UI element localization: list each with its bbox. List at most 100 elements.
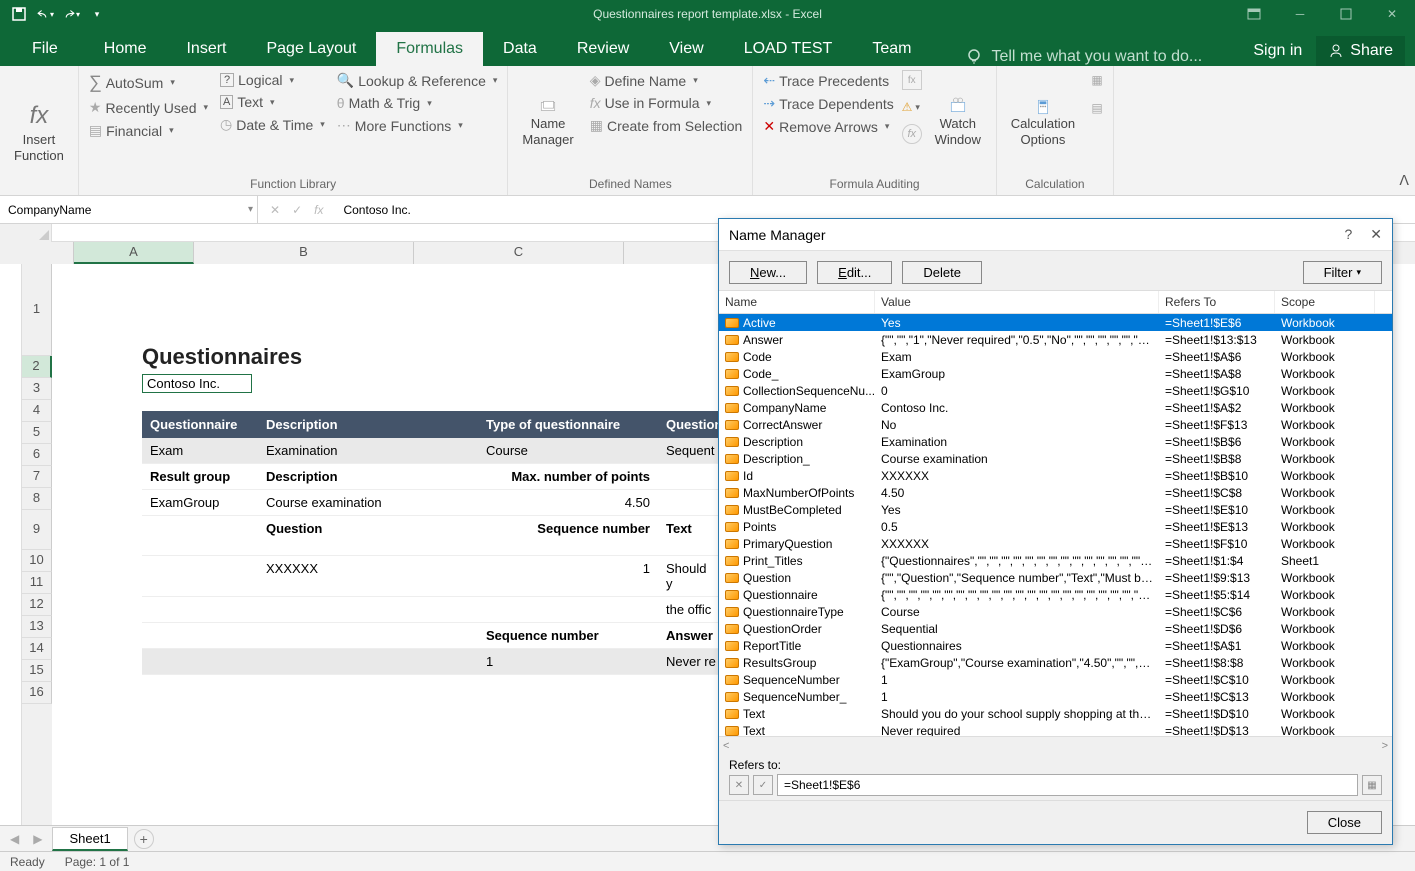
tellme-search[interactable] [965,48,1231,66]
minimize-icon[interactable]: ─ [1277,0,1323,28]
name-row[interactable]: SequenceNumber_1=Sheet1!$C$13Workbook [719,688,1392,705]
ribbon-tab-data[interactable]: Data [483,32,557,66]
name-row[interactable]: Description_Course examination=Sheet1!$B… [719,450,1392,467]
error-checking-icon[interactable]: ⚠▾ [902,98,920,116]
name-row[interactable]: Answer{"","","1","Never required","0.5",… [719,331,1392,348]
name-row[interactable]: Questionnaire{"","","","","","","","",""… [719,586,1392,603]
row-header[interactable]: 13 [22,616,52,638]
row-header[interactable]: 12 [22,594,52,616]
text-button[interactable]: AText▾ [216,92,329,112]
signin-link[interactable]: Sign in [1253,42,1302,60]
sheet-tab[interactable]: Sheet1 [52,827,127,851]
name-row[interactable]: SequenceNumber1=Sheet1!$C$10Workbook [719,671,1392,688]
calc-now-icon[interactable]: ▦ [1087,70,1107,90]
name-row[interactable]: TextShould you do your school supply sho… [719,705,1392,722]
ribbon-collapse-icon[interactable]: ᐱ [1399,172,1409,189]
column-header[interactable]: A [74,242,194,264]
name-manager-button[interactable]: Name Manager [514,70,581,175]
ribbon-display-options-icon[interactable] [1231,0,1277,28]
row-header[interactable]: 14 [22,638,52,660]
share-button[interactable]: Share [1316,36,1405,66]
use-in-formula-button[interactable]: fxUse in Formula▾ [586,93,747,113]
logical-button[interactable]: ?Logical▾ [216,70,329,90]
create-from-selection-button[interactable]: ▦Create from Selection [586,115,747,136]
row-header[interactable]: 11 [22,572,52,594]
dialog-close-icon[interactable]: ✕ [1370,226,1382,243]
define-name-button[interactable]: ◈Define Name▾ [586,70,747,91]
name-row[interactable]: IdXXXXXX=Sheet1!$B$10Workbook [719,467,1392,484]
row-header[interactable]: 1 [22,264,52,356]
refers-accept-icon[interactable]: ✓ [753,775,773,795]
name-row[interactable]: CollectionSequenceNu...0=Sheet1!$G$10Wor… [719,382,1392,399]
show-formulas-icon[interactable]: fx [902,70,922,90]
edit-button[interactable]: Edit... [817,261,892,284]
delete-button[interactable]: Delete [902,261,982,284]
row-header[interactable]: 15 [22,660,52,682]
filter-button[interactable]: Filter▾ [1303,261,1382,284]
add-sheet-button[interactable]: + [134,829,154,849]
dialog-hscroll[interactable]: <> [719,736,1392,754]
row-header[interactable]: 10 [22,550,52,572]
column-header[interactable]: B [194,242,414,264]
ribbon-tab-page-layout[interactable]: Page Layout [246,32,376,66]
ribbon-tab-home[interactable]: Home [84,32,167,66]
tellme-input[interactable] [991,48,1231,66]
qat-customize-icon[interactable]: ▾ [88,5,106,23]
formula-input[interactable]: Contoso Inc. [335,203,1415,217]
trace-precedents-button[interactable]: ⇠Trace Precedents [759,70,897,91]
refers-to-input[interactable] [777,774,1358,796]
name-row[interactable]: PrimaryQuestionXXXXXX=Sheet1!$F$10Workbo… [719,535,1392,552]
evaluate-formula-icon[interactable]: fx [902,124,922,144]
ribbon-tab-team[interactable]: Team [852,32,931,66]
row-header[interactable]: 8 [22,488,52,510]
recently-used-button[interactable]: ★Recently Used▾ [85,97,212,118]
dialog-name-list[interactable]: ActiveYes=Sheet1!$E$6WorkbookAnswer{"","… [719,314,1392,736]
financial-button[interactable]: ▤Financial▾ [85,120,212,141]
row-header[interactable]: 7 [22,466,52,488]
name-box-dropdown-icon[interactable]: ▾ [248,204,253,215]
row-header[interactable]: 4 [22,400,52,422]
name-row[interactable]: MustBeCompletedYes=Sheet1!$E$10Workbook [719,501,1392,518]
autosum-button[interactable]: ∑AutoSum▾ [85,70,212,95]
math-button[interactable]: θMath & Trig▾ [333,93,502,113]
ribbon-tab-review[interactable]: Review [557,32,649,66]
undo-icon[interactable]: ▾ [36,5,54,23]
name-row[interactable]: QuestionOrderSequential=Sheet1!$D$6Workb… [719,620,1392,637]
datetime-button[interactable]: ◷Date & Time▾ [216,114,329,135]
name-row[interactable]: Code_ExamGroup=Sheet1!$A$8Workbook [719,365,1392,382]
row-header[interactable]: 3 [22,378,52,400]
accept-formula-icon[interactable]: ✓ [292,203,302,217]
calculation-options-button[interactable]: Calculation Options [1003,70,1083,175]
close-icon[interactable]: ✕ [1369,0,1415,28]
name-row[interactable]: Points0.5=Sheet1!$E$13Workbook [719,518,1392,535]
name-row[interactable]: CorrectAnswerNo=Sheet1!$F$13Workbook [719,416,1392,433]
lookup-button[interactable]: 🔍Lookup & Reference▾ [333,70,502,91]
close-button[interactable]: Close [1307,811,1382,834]
redo-icon[interactable]: ▾ [62,5,80,23]
ribbon-tab-insert[interactable]: Insert [166,32,246,66]
fx-icon[interactable]: fx [314,203,323,217]
remove-arrows-button[interactable]: ✕Remove Arrows▾ [759,116,897,137]
name-row[interactable]: DescriptionExamination=Sheet1!$B$6Workbo… [719,433,1392,450]
name-row[interactable]: Text_Never required=Sheet1!$D$13Workbook [719,722,1392,736]
name-row[interactable]: ReportTitleQuestionnaires=Sheet1!$A$1Wor… [719,637,1392,654]
name-row[interactable]: Print_Titles{"Questionnaires","","","","… [719,552,1392,569]
name-row[interactable]: MaxNumberOfPoints4.50=Sheet1!$C$8Workboo… [719,484,1392,501]
collapse-dialog-icon[interactable]: ▦ [1362,775,1382,795]
tab-nav-next-icon[interactable]: ▶ [29,832,46,846]
maximize-icon[interactable] [1323,0,1369,28]
name-row[interactable]: Question{"","Question","Sequence number"… [719,569,1392,586]
calc-sheet-icon[interactable]: ▤ [1087,98,1107,118]
tab-nav-prev-icon[interactable]: ◀ [6,832,23,846]
name-row[interactable]: QuestionnaireTypeCourse=Sheet1!$C$6Workb… [719,603,1392,620]
new-button[interactable]: New... [729,261,807,284]
row-header[interactable]: 5 [22,422,52,444]
more-functions-button[interactable]: ⋯More Functions▾ [333,115,502,136]
trace-dependents-button[interactable]: ⇢Trace Dependents [759,93,897,114]
company-cell[interactable]: Contoso Inc. [142,374,252,393]
cancel-formula-icon[interactable]: ✕ [270,203,280,217]
row-header[interactable]: 9 [22,510,52,550]
row-header[interactable]: 2 [22,356,52,378]
ribbon-tab-formulas[interactable]: Formulas [376,32,483,66]
dialog-help-icon[interactable]: ? [1344,226,1352,243]
